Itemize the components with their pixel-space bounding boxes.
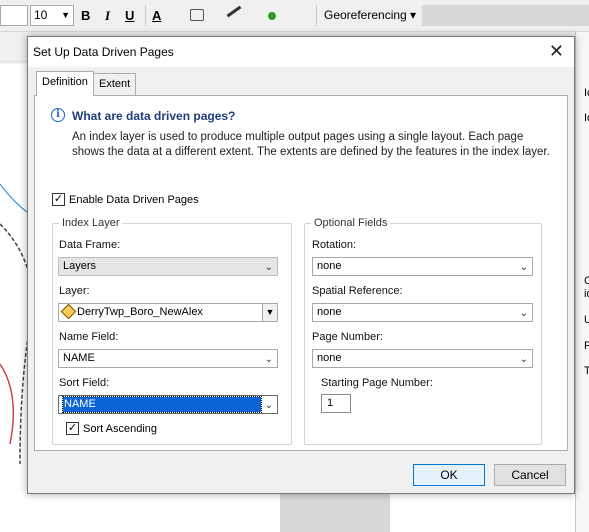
tab-label: Definition — [42, 76, 88, 88]
georeferencing-layer-combo[interactable] — [422, 5, 589, 26]
chevron-down-icon: ▼ — [61, 10, 70, 20]
chevron-down-icon: ⌄ — [264, 354, 273, 365]
page-number-label: Page Number: — [312, 331, 383, 343]
enable-ddp-checkbox[interactable]: ✓ — [52, 193, 65, 206]
sort-field-label: Sort Field: — [59, 377, 110, 389]
dialog-titlebar[interactable]: Set Up Data Driven Pages ✕ — [28, 37, 574, 67]
ok-button[interactable]: OK — [413, 464, 485, 486]
spatial-reference-combo[interactable]: none ⌄ — [312, 303, 533, 322]
index-layer-group: Index Layer Data Frame: Layers ⌄ Layer: … — [52, 217, 292, 445]
info-description: An index layer is used to produce multip… — [72, 131, 550, 158]
chevron-down-icon: ⌄ — [264, 262, 273, 273]
line-color-icon[interactable] — [226, 5, 242, 18]
sort-ascending-checkbox[interactable]: ✓ — [66, 422, 79, 435]
layer-combo[interactable]: DerryTwp_Boro_NewAlex ▼ — [58, 303, 278, 322]
layer-label: Layer: — [59, 285, 90, 297]
layer-value: DerryTwp_Boro_NewAlex — [77, 306, 203, 318]
page-number-combo[interactable]: none ⌄ — [312, 349, 533, 368]
definition-panel: i What are data driven pages? An index l… — [34, 95, 568, 451]
dialog-title: Set Up Data Driven Pages — [33, 45, 174, 59]
sort-ascending-label: Sort Ascending — [83, 423, 157, 435]
toolbar-separator — [316, 5, 317, 26]
chevron-down-icon: ⌄ — [264, 400, 273, 411]
enable-ddp-label: Enable Data Driven Pages — [69, 194, 199, 206]
close-icon[interactable]: ✕ — [549, 41, 564, 61]
toolbar-separator — [145, 5, 146, 26]
optional-fields-title: Optional Fields — [311, 217, 391, 229]
index-layer-title: Index Layer — [59, 217, 123, 229]
page-number-value: none — [317, 352, 342, 364]
font-color-button[interactable]: A — [152, 7, 161, 24]
info-icon: i — [51, 108, 65, 122]
rotation-label: Rotation: — [312, 239, 357, 251]
right-panel-text: Pr — [584, 340, 589, 352]
right-dock-panel: Ic Ic Cl id Us Pr Th — [575, 32, 589, 532]
spatial-reference-value: none — [317, 306, 342, 318]
right-panel-text: Us — [584, 314, 589, 326]
rotation-value: none — [317, 260, 342, 272]
right-panel-text: Cl — [584, 275, 589, 287]
bold-button[interactable]: B — [81, 7, 90, 24]
underline-button[interactable]: U — [125, 7, 134, 24]
font-size-combo[interactable]: 10 ▼ — [30, 5, 74, 26]
chevron-down-icon: ⌄ — [519, 262, 528, 273]
info-heading: What are data driven pages? — [72, 109, 236, 123]
starting-page-label: Starting Page Number: — [321, 377, 433, 389]
setup-data-driven-pages-dialog: Set Up Data Driven Pages ✕ Definition Ex… — [27, 36, 575, 494]
font-name-combo[interactable] — [0, 5, 28, 26]
starting-page-input[interactable]: 1 — [321, 394, 351, 413]
name-field-combo[interactable]: NAME ⌄ — [58, 349, 278, 368]
sort-field-combo[interactable]: NAME ⌄ — [58, 395, 278, 414]
data-frame-value: Layers — [63, 260, 97, 272]
optional-fields-group: Optional Fields Rotation: none ⌄ Spatial… — [304, 217, 542, 445]
right-panel-text: Ic — [584, 112, 589, 124]
tab-extent[interactable]: Extent — [93, 73, 137, 95]
fill-color-icon[interactable] — [190, 9, 204, 21]
data-frame-label: Data Frame: — [59, 239, 121, 251]
georeferencing-menu[interactable]: Georeferencing ▾ — [324, 7, 416, 24]
polygon-layer-icon — [60, 303, 77, 320]
chevron-down-icon: ⌄ — [519, 354, 528, 365]
chevron-down-icon: ⌄ — [519, 308, 528, 319]
name-field-label: Name Field: — [59, 331, 119, 343]
spatial-reference-label: Spatial Reference: — [312, 285, 403, 297]
sort-field-value: NAME — [62, 396, 262, 413]
marker-color-icon[interactable] — [268, 12, 276, 20]
right-panel-text: Ic — [584, 87, 589, 99]
name-field-value: NAME — [63, 352, 95, 364]
data-frame-combo[interactable]: Layers ⌄ — [58, 257, 278, 276]
cancel-button[interactable]: Cancel — [494, 464, 566, 486]
tab-label: Extent — [99, 78, 131, 90]
rotation-combo[interactable]: none ⌄ — [312, 257, 533, 276]
dropdown-arrow-icon[interactable]: ▼ — [262, 304, 277, 321]
right-panel-text: id — [584, 288, 589, 300]
right-panel-text: Th — [584, 365, 589, 377]
font-size-value: 10 — [34, 8, 48, 22]
italic-button[interactable]: I — [105, 7, 110, 24]
formatting-toolbar: 10 ▼ B I U A Georeferencing ▾ — [0, 0, 589, 32]
tab-definition[interactable]: Definition — [36, 71, 94, 96]
